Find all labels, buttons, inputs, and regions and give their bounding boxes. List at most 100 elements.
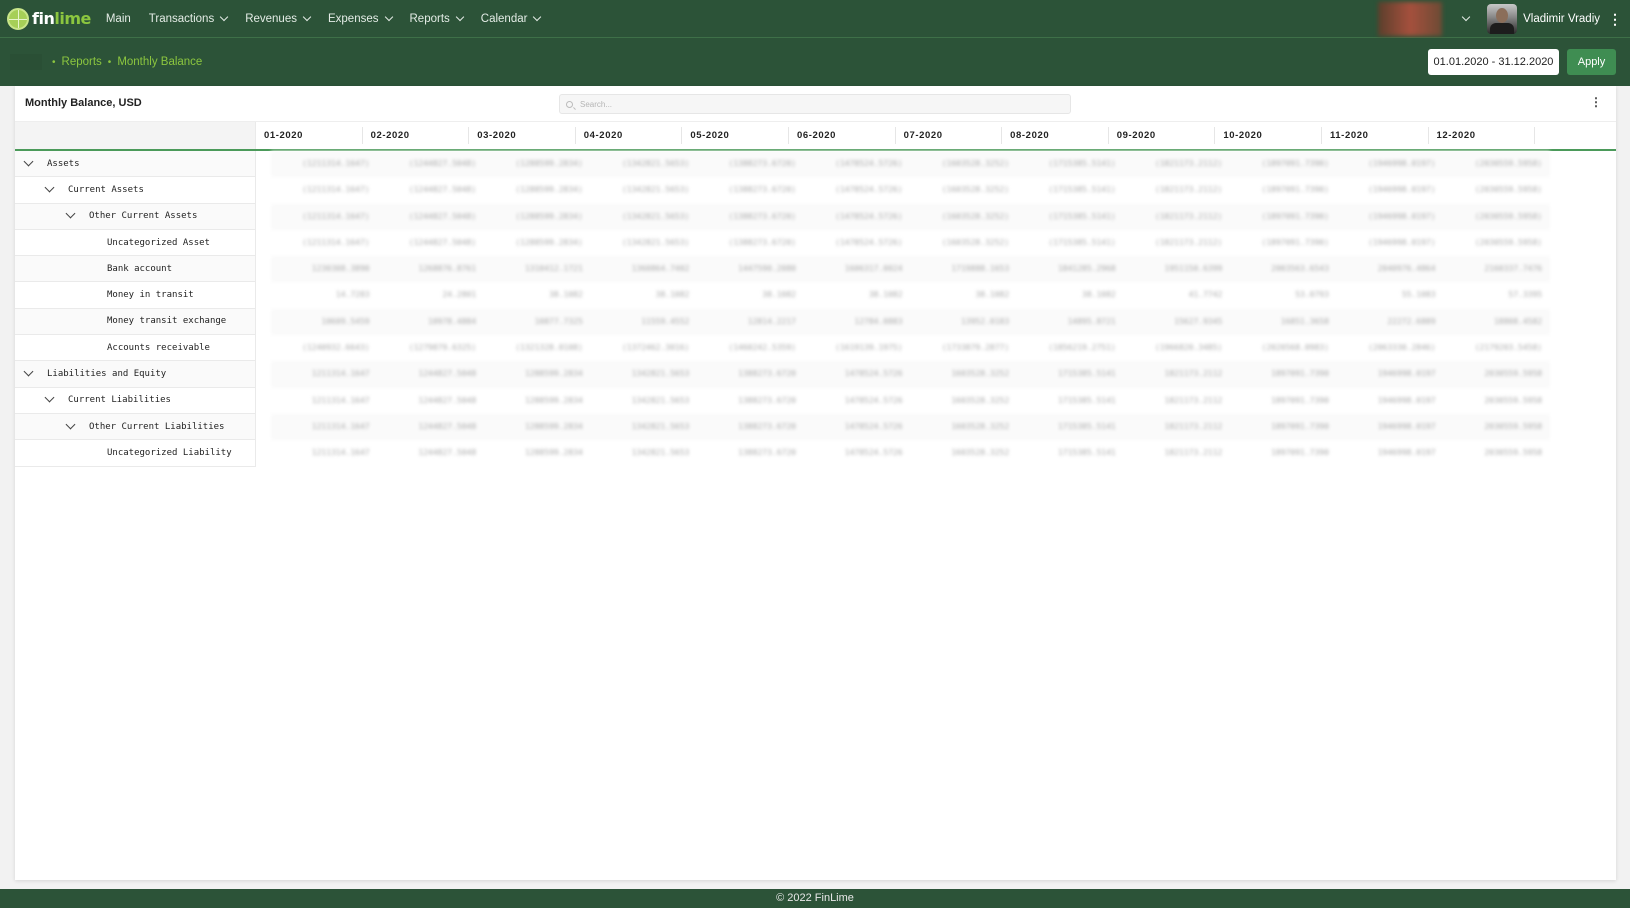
value-cell: 1478524.5726 bbox=[844, 369, 903, 379]
value-cell: 1211314.1647 bbox=[311, 448, 370, 458]
report-menu-icon[interactable]: ⋮ bbox=[1590, 95, 1602, 109]
value-cell: (1288599.2834) bbox=[515, 185, 583, 195]
table-row: Other Current Assets (1211314.1647) (12448… bbox=[15, 203, 1616, 230]
nav-item-calendar[interactable]: Calendar bbox=[481, 12, 542, 25]
row-label-cell[interactable]: Liabilities and Equity bbox=[15, 361, 256, 388]
column-header[interactable]: 08-2020 bbox=[1002, 127, 1109, 144]
nav-item-expenses[interactable]: Expenses bbox=[328, 12, 393, 25]
chevron-down-icon bbox=[533, 12, 542, 21]
row-label-cell[interactable]: Current Liabilities bbox=[15, 387, 256, 414]
apply-button[interactable]: Apply bbox=[1567, 49, 1616, 75]
column-header[interactable]: 07-2020 bbox=[896, 127, 1003, 144]
row-values: 1211314.1647 1244827.5048 1288599.2834 1342… bbox=[271, 440, 1550, 466]
value-cell: 22272.6889 bbox=[1387, 316, 1436, 326]
user-area: Vladimir Vradiy ⋮ bbox=[1378, 0, 1630, 38]
value-cell: (1966820.3485) bbox=[1154, 343, 1223, 353]
label-column-header bbox=[15, 122, 256, 149]
column-header[interactable]: 02-2020 bbox=[363, 127, 470, 144]
column-header[interactable]: 03-2020 bbox=[469, 127, 576, 144]
search-input[interactable] bbox=[580, 99, 1060, 109]
row-label: Accounts receivable bbox=[107, 342, 210, 353]
report-title: Monthly Balance, USD bbox=[25, 97, 142, 109]
value-cell: 57.3395 bbox=[1508, 290, 1543, 300]
breadcrumb-monthly-balance[interactable]: Monthly Balance bbox=[117, 56, 202, 68]
value-cell: (2030559.5958) bbox=[1474, 159, 1543, 168]
value-cell: 1821173.2112 bbox=[1164, 448, 1223, 458]
value-cell: (1856219.2751) bbox=[1048, 343, 1116, 353]
chevron-down-icon[interactable] bbox=[1461, 12, 1471, 22]
expand-chevron-icon[interactable] bbox=[23, 366, 34, 377]
value-cell: 38.1082 bbox=[655, 290, 690, 300]
expand-chevron-icon[interactable] bbox=[23, 156, 34, 167]
row-label-cell[interactable]: Assets bbox=[15, 151, 256, 178]
column-header[interactable]: 04-2020 bbox=[576, 127, 683, 144]
value-cell: 1897091.7390 bbox=[1271, 369, 1329, 379]
nav-item-revenues[interactable]: Revenues bbox=[245, 12, 312, 25]
value-cell: 1821173.2112 bbox=[1164, 421, 1223, 431]
value-cell: (1244827.5048) bbox=[408, 185, 477, 195]
row-label-cell: Uncategorized Asset bbox=[15, 229, 256, 257]
value-cell: 2030559.5958 bbox=[1484, 395, 1543, 405]
breadcrumb-separator: • bbox=[52, 56, 56, 68]
value-cell: 1719888.1653 bbox=[951, 264, 1010, 274]
nav-item-reports[interactable]: Reports bbox=[410, 12, 465, 25]
row-label-cell[interactable]: Other Current Liabilities bbox=[15, 413, 256, 441]
value-cell: 1388273.6720 bbox=[738, 448, 796, 458]
column-header[interactable]: 12-2020 bbox=[1429, 127, 1536, 144]
value-cell: 1268876.8761 bbox=[418, 264, 477, 274]
row-label: Current Liabilities bbox=[68, 395, 171, 406]
nav-item-label: Main bbox=[105, 12, 131, 25]
nav-item-transactions[interactable]: Transactions bbox=[149, 12, 229, 25]
more-vertical-icon[interactable]: ⋮ bbox=[1608, 12, 1622, 26]
value-cell: (1821173.2112) bbox=[1154, 237, 1223, 247]
row-label-cell[interactable]: Current Assets bbox=[15, 177, 256, 204]
logo-text: finlime bbox=[32, 9, 91, 28]
value-cell: 1946998.0197 bbox=[1377, 448, 1436, 458]
logo-text-lime: lime bbox=[54, 9, 91, 28]
value-cell: 1478524.5726 bbox=[844, 448, 903, 458]
column-header[interactable]: 11-2020 bbox=[1322, 127, 1429, 144]
nav-item-main[interactable]: Main bbox=[106, 13, 131, 25]
chevron-down-icon bbox=[219, 12, 229, 21]
logo[interactable]: finlime bbox=[7, 7, 91, 30]
column-header[interactable]: 06-2020 bbox=[789, 127, 896, 144]
value-cell: 1244827.5048 bbox=[418, 369, 477, 379]
value-cell: (1946998.0197) bbox=[1368, 159, 1436, 168]
value-cell: 1288599.2834 bbox=[524, 448, 583, 458]
table-row: Current Assets (1211314.1647) (1244827.504… bbox=[15, 177, 1616, 204]
month-headers: 01-2020 02-2020 03-2020 04-2020 05-2020 06-20… bbox=[256, 122, 1536, 149]
column-header[interactable]: 01-2020 bbox=[256, 127, 363, 144]
row-label-cell[interactable]: Other Current Assets bbox=[15, 203, 256, 230]
value-cell: 1342821.5653 bbox=[631, 421, 690, 431]
value-cell: (1897091.7390) bbox=[1261, 211, 1329, 221]
value-cell: (1240932.6643) bbox=[302, 343, 370, 353]
user-name[interactable]: Vladimir Vradiy bbox=[1523, 13, 1600, 25]
value-cell: 1946998.0197 bbox=[1377, 395, 1436, 405]
column-header[interactable]: 10-2020 bbox=[1215, 127, 1322, 144]
search-box[interactable] bbox=[559, 94, 1071, 114]
expand-chevron-icon[interactable] bbox=[65, 419, 76, 430]
expand-chevron-icon[interactable] bbox=[44, 392, 55, 403]
logo-text-fin: fin bbox=[32, 9, 55, 28]
table-row: Other Current Liabilities 1211314.1647 124… bbox=[15, 413, 1616, 441]
value-cell: 1288599.2834 bbox=[524, 369, 583, 379]
date-range-picker[interactable]: 01.01.2020 - 31.12.2020 bbox=[1428, 49, 1559, 75]
expand-chevron-icon[interactable] bbox=[44, 182, 55, 193]
column-header[interactable]: 09-2020 bbox=[1109, 127, 1216, 144]
row-values: 1211314.1647 1244827.5048 1288599.2834 1342… bbox=[271, 361, 1551, 388]
report-card: Monthly Balance, USD ⋮ 01-202002-202003-… bbox=[15, 86, 1616, 880]
organization-selector[interactable] bbox=[1378, 2, 1443, 36]
value-cell: 1897091.7390 bbox=[1271, 448, 1329, 458]
value-cell: 1342821.5653 bbox=[631, 369, 690, 379]
footer: © 2022 FinLime bbox=[0, 889, 1630, 908]
expand-chevron-icon[interactable] bbox=[65, 208, 76, 219]
value-cell: 1211314.1647 bbox=[311, 369, 370, 379]
breadcrumb-home[interactable] bbox=[10, 54, 42, 70]
value-cell: 1603528.3252 bbox=[951, 395, 1010, 405]
value-cell: 1715385.5141 bbox=[1057, 395, 1116, 405]
avatar[interactable] bbox=[1487, 4, 1518, 34]
column-header[interactable]: 05-2020 bbox=[682, 127, 789, 144]
breadcrumb-reports[interactable]: Reports bbox=[62, 56, 102, 68]
value-cell: 1946998.0197 bbox=[1377, 369, 1436, 379]
nav-item-label: Revenues bbox=[245, 12, 297, 25]
